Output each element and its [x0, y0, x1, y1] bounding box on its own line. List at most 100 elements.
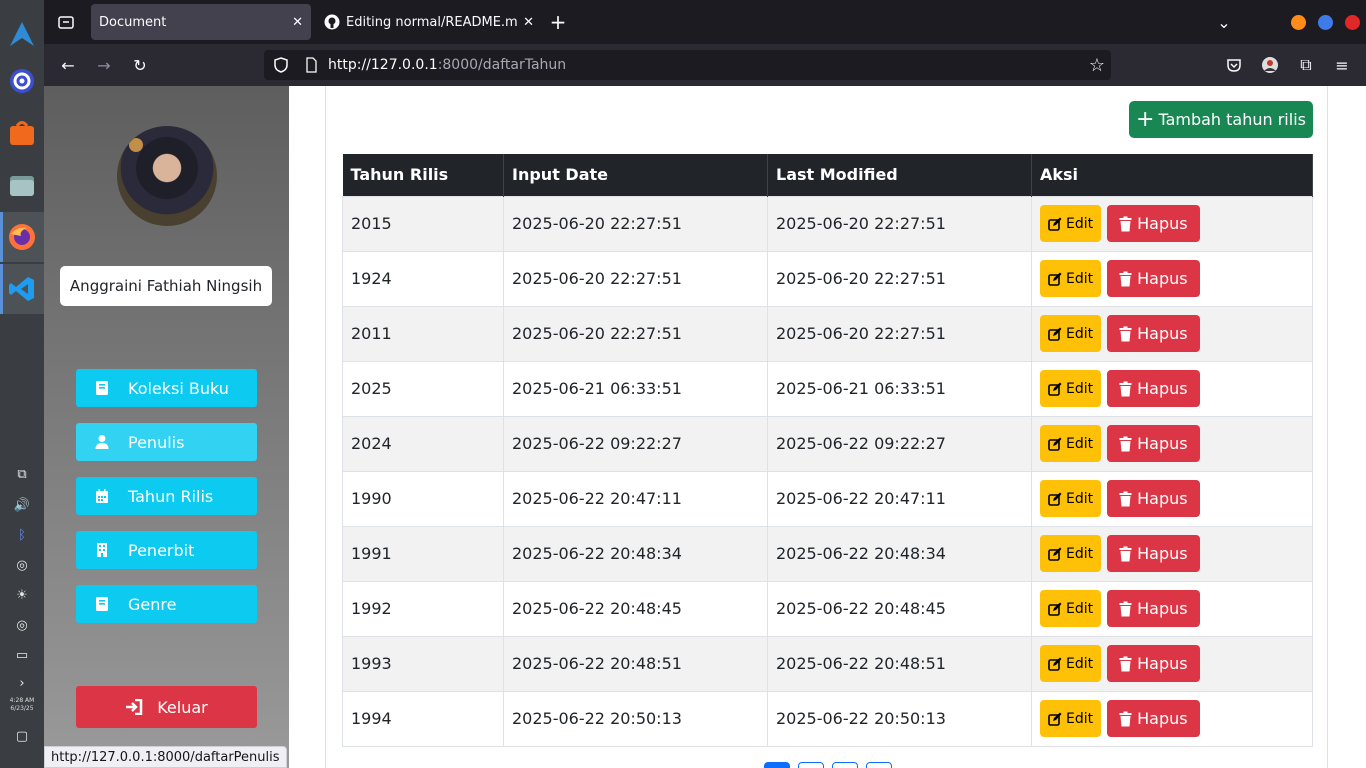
edit-button[interactable]: Edit — [1040, 315, 1102, 352]
tab-editing-readme[interactable]: Editing normal/README.m ✕ — [322, 4, 534, 40]
settings-gear-icon[interactable] — [0, 56, 44, 106]
browser-toolbar: ← → ↻ http://127.0.0.1:8000/daftarTahun … — [44, 44, 1366, 86]
delete-button[interactable]: Hapus — [1107, 425, 1200, 462]
tab-document[interactable]: Document ✕ — [91, 4, 311, 40]
window-minimize-icon[interactable] — [1291, 15, 1306, 30]
cell-last-modified: 2025-06-22 09:22:27 — [767, 415, 1032, 472]
pagination-next[interactable] — [866, 762, 892, 768]
cell-aksi: Edit Hapus — [1031, 360, 1313, 417]
delete-button[interactable]: Hapus — [1107, 260, 1200, 297]
battery-icon[interactable]: ▭ — [0, 644, 44, 666]
edit-icon — [1048, 382, 1062, 396]
delete-button[interactable]: Hapus — [1107, 370, 1200, 407]
close-tab-icon[interactable]: ✕ — [292, 15, 303, 30]
tab-title: Document — [99, 14, 167, 30]
edit-label: Edit — [1066, 215, 1094, 232]
table-row: 1924 2025-06-20 22:27:51 2025-06-20 22:27:… — [342, 250, 1313, 307]
new-tab-icon[interactable]: + — [544, 8, 572, 36]
brightness-icon[interactable]: ☀ — [0, 584, 44, 606]
user-icon — [88, 434, 116, 450]
sidebar-item-genre[interactable]: Genre — [76, 585, 257, 623]
sidebar-item-label: Penerbit — [128, 540, 195, 560]
edit-button[interactable]: Edit — [1040, 370, 1102, 407]
cell-last-modified: 2025-06-21 06:33:51 — [767, 360, 1032, 417]
pocket-icon[interactable] — [1220, 51, 1248, 79]
network-icon[interactable]: ◎ — [0, 554, 44, 576]
add-button-label: Tambah tahun rilis — [1158, 110, 1306, 129]
edit-icon — [1048, 272, 1062, 286]
edit-button[interactable]: Edit — [1040, 590, 1102, 627]
tab-manager-icon[interactable] — [52, 8, 80, 36]
sidebar-item-penerbit[interactable]: Penerbit — [76, 531, 257, 569]
edit-button[interactable]: Edit — [1040, 700, 1102, 737]
bookmark-star-icon[interactable]: ☆ — [1089, 55, 1105, 76]
sidebar-item-penulis[interactable]: Penulis — [76, 423, 257, 461]
delete-button[interactable]: Hapus — [1107, 590, 1200, 627]
firefox-icon[interactable] — [0, 212, 44, 262]
vscode-icon[interactable] — [0, 264, 44, 314]
app-launcher-icon[interactable] — [0, 9, 44, 59]
volume-icon[interactable]: 🔊 — [0, 494, 44, 516]
sidebar-item-tahun-rilis[interactable]: Tahun Rilis — [76, 477, 257, 515]
system-clock[interactable]: 4:28 AM 6/23/25 — [0, 697, 44, 713]
edit-icon — [1048, 657, 1062, 671]
edit-button[interactable]: Edit — [1040, 205, 1102, 242]
account-avatar-icon[interactable] — [1256, 51, 1284, 79]
trash-icon — [1119, 381, 1132, 397]
add-release-year-button[interactable]: + Tambah tahun rilis — [1129, 101, 1313, 138]
window-maximize-icon[interactable] — [1318, 15, 1333, 30]
files-folder-icon[interactable] — [0, 160, 44, 210]
edit-button[interactable]: Edit — [1040, 260, 1102, 297]
edit-button[interactable]: Edit — [1040, 645, 1102, 682]
back-arrow-icon[interactable]: ← — [54, 51, 82, 79]
page-viewport: Anggraini Fathiah Ningsih Koleksi Buku P… — [44, 86, 1366, 768]
delete-button[interactable]: Hapus — [1107, 700, 1200, 737]
pagination-page-2[interactable] — [798, 762, 824, 768]
delete-button[interactable]: Hapus — [1107, 480, 1200, 517]
cell-last-modified: 2025-06-20 22:27:51 — [767, 195, 1032, 252]
cell-input-date: 2025-06-20 22:27:51 — [503, 250, 768, 307]
sidebar-item-label: Penulis — [128, 432, 185, 452]
delete-button[interactable]: Hapus — [1107, 205, 1200, 242]
expand-tray-icon[interactable]: › — [0, 672, 44, 694]
cell-tahun-rilis: 2025 — [342, 360, 504, 417]
reload-icon[interactable]: ↻ — [126, 51, 154, 79]
forward-arrow-icon[interactable]: → — [90, 51, 118, 79]
delete-button[interactable]: Hapus — [1107, 645, 1200, 682]
table-row: 1992 2025-06-22 20:48:45 2025-06-22 20:48:… — [342, 580, 1313, 637]
cell-input-date: 2025-06-22 20:50:13 — [503, 690, 768, 747]
pagination-page-3[interactable] — [832, 762, 858, 768]
list-all-tabs-chevron-down-icon[interactable]: ⌄ — [1210, 8, 1238, 36]
vpn-icon[interactable]: ◎ — [0, 614, 44, 636]
trash-icon — [1119, 326, 1132, 342]
url-bar[interactable]: http://127.0.0.1:8000/daftarTahun ☆ — [264, 50, 1111, 80]
edit-button[interactable]: Edit — [1040, 425, 1102, 462]
sidebar-item-koleksi-buku[interactable]: Koleksi Buku — [76, 369, 257, 407]
window-close-icon[interactable] — [1345, 15, 1360, 30]
page-info-icon[interactable] — [296, 57, 326, 73]
edit-button[interactable]: Edit — [1040, 535, 1102, 572]
extensions-puzzle-icon[interactable]: ⧉ — [1292, 51, 1320, 79]
close-tab-icon[interactable]: ✕ — [523, 15, 534, 30]
delete-button[interactable]: Hapus — [1107, 315, 1200, 352]
delete-label: Hapus — [1137, 489, 1188, 508]
software-store-icon[interactable] — [0, 108, 44, 158]
logout-button[interactable]: Keluar — [76, 686, 257, 728]
hamburger-menu-icon[interactable]: ≡ — [1328, 51, 1356, 79]
delete-button[interactable]: Hapus — [1107, 535, 1200, 572]
table-row: 2024 2025-06-22 09:22:27 2025-06-22 09:22:… — [342, 415, 1313, 472]
edit-button[interactable]: Edit — [1040, 480, 1102, 517]
cell-last-modified: 2025-06-22 20:48:51 — [767, 635, 1032, 692]
cell-last-modified: 2025-06-20 22:27:51 — [767, 250, 1032, 307]
clock-time: 4:28 AM — [9, 697, 35, 704]
bluetooth-icon[interactable]: ᛒ — [0, 524, 44, 546]
tracking-shield-icon[interactable] — [266, 57, 296, 73]
trash-icon — [1119, 711, 1132, 727]
show-desktop-icon[interactable]: ▢ — [0, 725, 44, 747]
column-header-last-modified: Last Modified — [767, 154, 1032, 196]
column-header-tahun-rilis: Tahun Rilis — [342, 154, 504, 196]
cell-aksi: Edit Hapus — [1031, 195, 1313, 252]
os-dock: ⧉ 🔊 ᛒ ◎ ☀ ◎ ▭ › 4:28 AM 6/23/25 ▢ — [0, 0, 44, 768]
window-switcher-icon[interactable]: ⧉ — [0, 463, 44, 485]
pagination-page-1[interactable] — [764, 762, 790, 768]
